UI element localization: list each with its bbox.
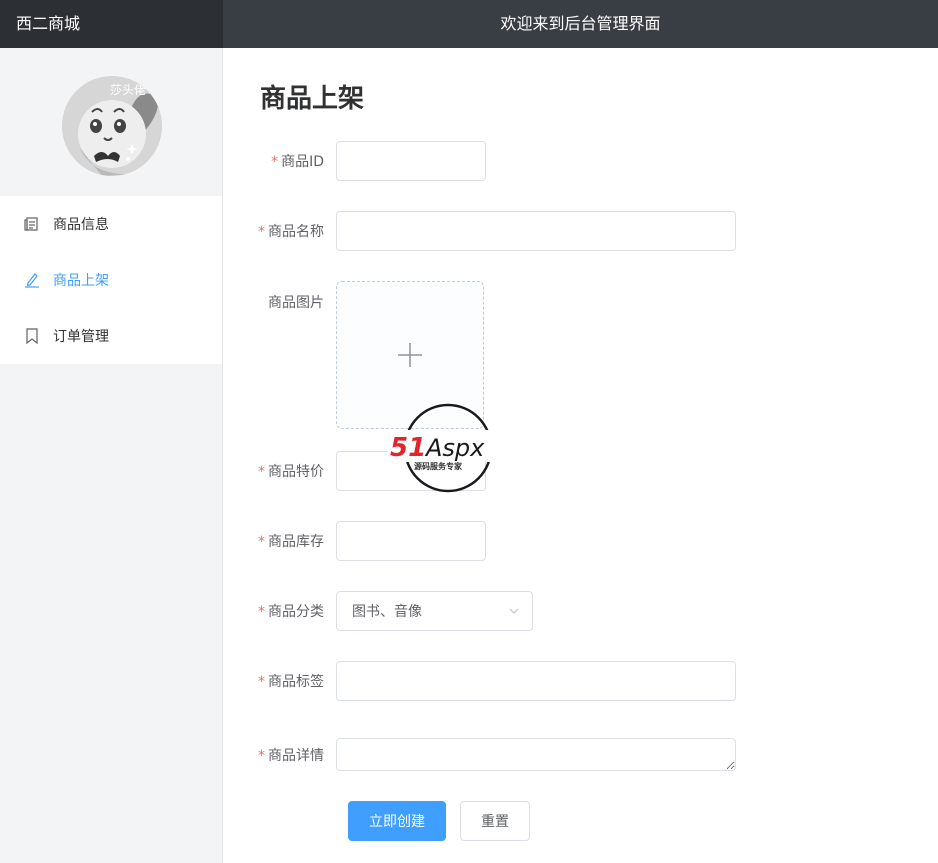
field-label: * 商品名称 — [258, 224, 324, 240]
main-content: 商品上架 * 商品ID * 商品名称 商品图片 * 商品特价 * 商品库存 * 商品分类 … — [224, 48, 938, 863]
avatar[interactable]: 莎头佬 — [62, 76, 162, 176]
avatar-face-icon: 莎头佬 — [62, 76, 162, 176]
brand-title: 西二商城 — [0, 0, 223, 48]
field-label: * 商品特价 — [258, 464, 324, 480]
form-actions: 立即创建 重置 — [348, 801, 530, 841]
required-mark: * — [258, 224, 265, 240]
field-label: * 商品库存 — [258, 534, 324, 550]
welcome-text: 欢迎来到后台管理界面 — [500, 14, 661, 33]
sidebar: 莎头佬 商品信息 商品上架 订单管理 — [0, 48, 223, 863]
create-button[interactable]: 立即创建 — [348, 801, 446, 841]
required-mark: * — [258, 747, 265, 764]
document-icon — [24, 216, 40, 232]
side-menu: 商品信息 商品上架 订单管理 — [0, 196, 222, 364]
page-title: 商品上架 — [260, 84, 365, 114]
required-mark: * — [271, 154, 279, 170]
field-label: 商品图片 — [268, 295, 324, 311]
field-label: * 商品标签 — [258, 674, 324, 690]
category-selected-value: 图书、音像 — [352, 604, 422, 620]
bookmark-icon — [24, 328, 40, 344]
reset-button[interactable]: 重置 — [460, 801, 530, 841]
svg-text:莎头佬: 莎头佬 — [110, 83, 146, 97]
required-mark: * — [258, 464, 265, 480]
plus-icon — [398, 343, 422, 367]
product-tags-input[interactable] — [336, 661, 736, 701]
form-row-category: * 商品分类 图书、音像 — [224, 591, 533, 631]
product-stock-input[interactable] — [336, 521, 486, 561]
form-row-tags: * 商品标签 — [224, 661, 736, 701]
field-label: * 商品ID — [271, 154, 324, 170]
form-row-id: * 商品ID — [224, 141, 486, 181]
required-mark: * — [258, 604, 265, 620]
field-label: * 商品详情 — [258, 747, 324, 764]
form-row-name: * 商品名称 — [224, 211, 736, 251]
chevron-down-icon — [509, 608, 519, 614]
product-name-input[interactable] — [336, 211, 736, 251]
image-upload[interactable] — [336, 281, 484, 429]
form-row-detail: * 商品详情 — [224, 738, 736, 771]
avatar-area: 莎头佬 — [0, 48, 222, 196]
required-mark: * — [258, 534, 265, 550]
field-label: * 商品分类 — [258, 604, 324, 620]
form-row-price: * 商品特价 — [224, 451, 486, 491]
required-mark: * — [258, 674, 265, 690]
sidebar-item-label: 订单管理 — [53, 329, 109, 345]
product-id-input[interactable] — [336, 141, 486, 181]
top-header: 西二商城 欢迎来到后台管理界面 — [0, 0, 938, 48]
form-row-image: 商品图片 — [224, 281, 484, 429]
sidebar-item-product-listing[interactable]: 商品上架 — [0, 252, 222, 308]
form-row-stock: * 商品库存 — [224, 521, 486, 561]
sidebar-item-label: 商品上架 — [53, 273, 109, 289]
product-price-input[interactable] — [336, 451, 486, 491]
product-detail-textarea[interactable] — [336, 738, 736, 771]
sidebar-item-label: 商品信息 — [53, 217, 109, 233]
edit-icon — [24, 272, 40, 288]
category-select[interactable]: 图书、音像 — [336, 591, 533, 631]
sidebar-item-product-info[interactable]: 商品信息 — [0, 196, 222, 252]
sidebar-item-order-management[interactable]: 订单管理 — [0, 308, 222, 364]
